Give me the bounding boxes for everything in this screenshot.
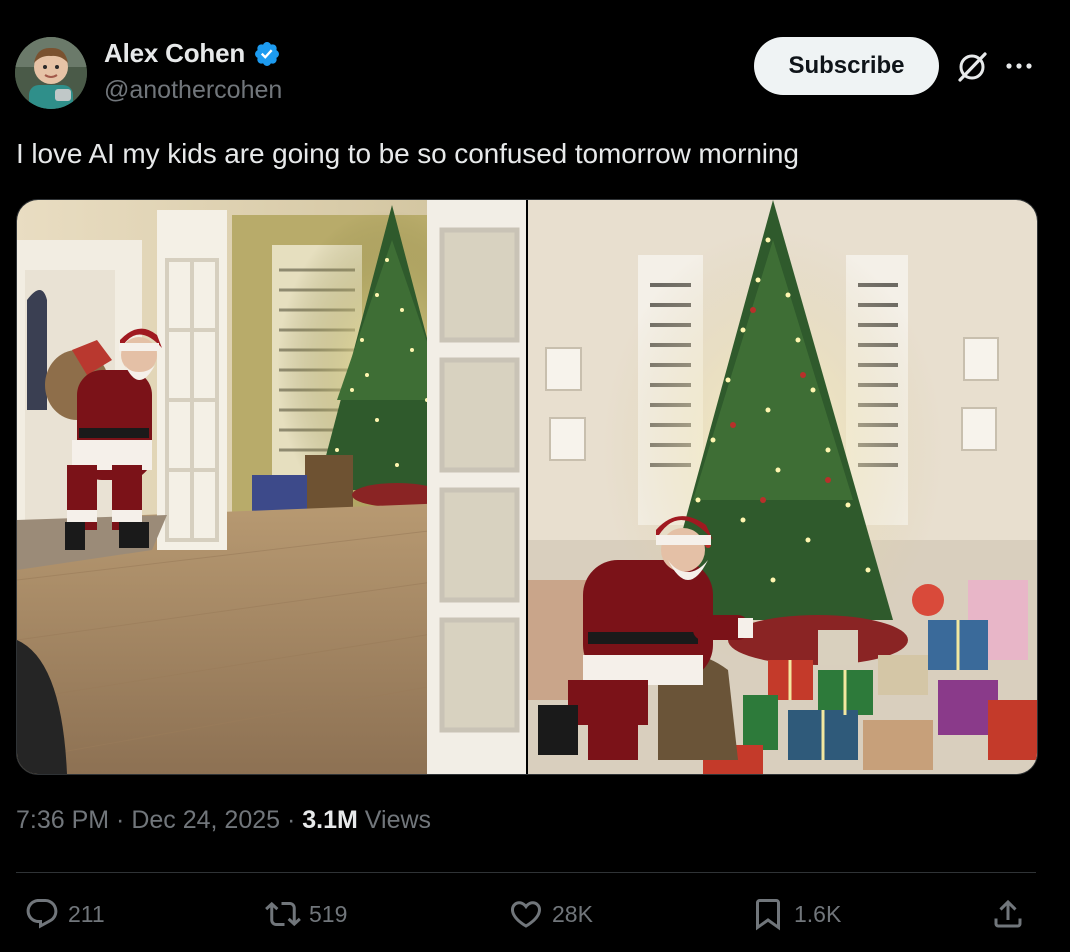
- views-count: 3.1M: [302, 806, 358, 834]
- tweet-date[interactable]: Dec 24, 2025: [131, 806, 280, 834]
- author-name[interactable]: Alex Cohen: [104, 38, 245, 69]
- grok-icon[interactable]: [955, 50, 989, 84]
- bookmark-count: 1.6K: [794, 900, 842, 927]
- share-icon: [994, 899, 1022, 928]
- meta-separator: ·: [280, 806, 303, 834]
- share-button[interactable]: [990, 896, 1026, 932]
- meta-separator: ·: [109, 806, 132, 834]
- author-avatar[interactable]: [15, 37, 87, 109]
- bookmark-button[interactable]: 1.6K: [750, 896, 841, 932]
- verified-badge-icon: [255, 41, 279, 66]
- views-label: Views: [357, 806, 432, 834]
- more-icon[interactable]: [1004, 54, 1034, 78]
- reply-count: 211: [68, 900, 105, 927]
- tweet-media[interactable]: [16, 199, 1038, 775]
- like-button[interactable]: 28K: [508, 896, 593, 932]
- repost-button[interactable]: 519: [265, 896, 347, 932]
- tweet-meta: 7:36 PM · Dec 24, 2025 · 3.1M Views: [16, 806, 431, 835]
- like-count: 28K: [552, 900, 593, 927]
- heart-icon: [510, 901, 542, 928]
- author-name-row[interactable]: Alex Cohen: [104, 38, 281, 69]
- repost-icon: [265, 901, 301, 927]
- tweet-photo-santa-presents[interactable]: [528, 200, 1037, 774]
- divider: [16, 872, 1036, 873]
- reply-button[interactable]: 211: [24, 896, 105, 932]
- subscribe-button[interactable]: Subscribe: [754, 37, 939, 95]
- tweet-photo-santa-doorway[interactable]: [17, 200, 526, 774]
- author-handle[interactable]: @anothercohen: [104, 76, 282, 105]
- tweet-time[interactable]: 7:36 PM: [16, 806, 109, 834]
- tweet-text: I love AI my kids are going to be so con…: [16, 138, 799, 169]
- repost-count: 519: [309, 900, 348, 927]
- reply-icon: [26, 899, 58, 929]
- bookmark-icon: [756, 899, 780, 931]
